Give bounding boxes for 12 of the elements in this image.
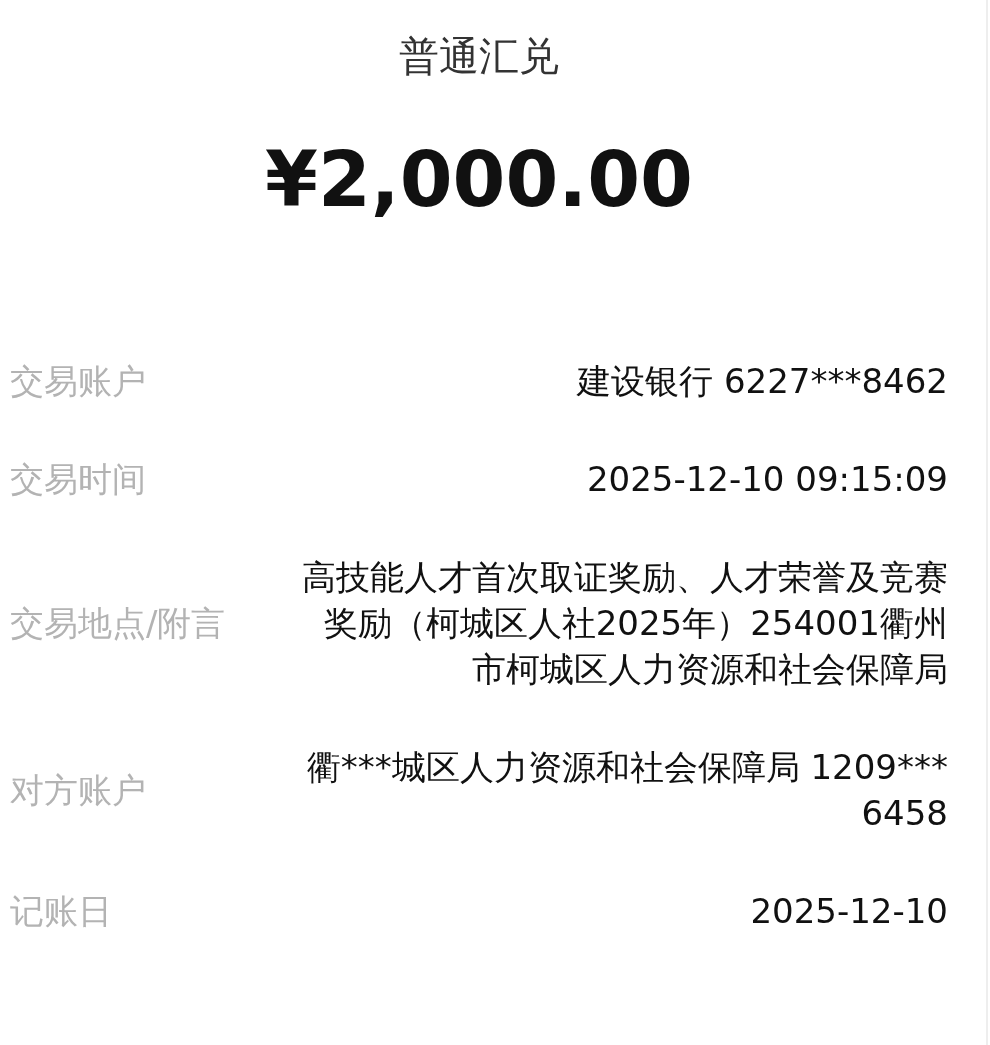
field-label: 对方账户 <box>10 769 147 812</box>
field-value: 2025-12-10 <box>750 890 948 933</box>
page-title: 普通汇兑 <box>398 32 560 81</box>
field-value: 建设银行 6227***8462 <box>577 360 948 403</box>
field-label: 交易账户 <box>10 360 147 403</box>
field-value: 2025-12-10 09:15:09 <box>586 458 948 501</box>
amount-text: ¥2,000.00 <box>264 134 694 226</box>
field-label: 交易时间 <box>10 458 147 501</box>
field-value: 衢***城区人力资源和社会保障局 1209***6458 <box>305 746 948 835</box>
field-label: 交易地点/附言 <box>10 602 227 645</box>
field-label: 记账日 <box>10 890 113 933</box>
field-value: 高技能人才首次取证奖励、人才荣誉及竞赛奖励（柯城区人社2025年）254001衢州市柯城区人力资源和社会保障局 <box>301 556 948 691</box>
